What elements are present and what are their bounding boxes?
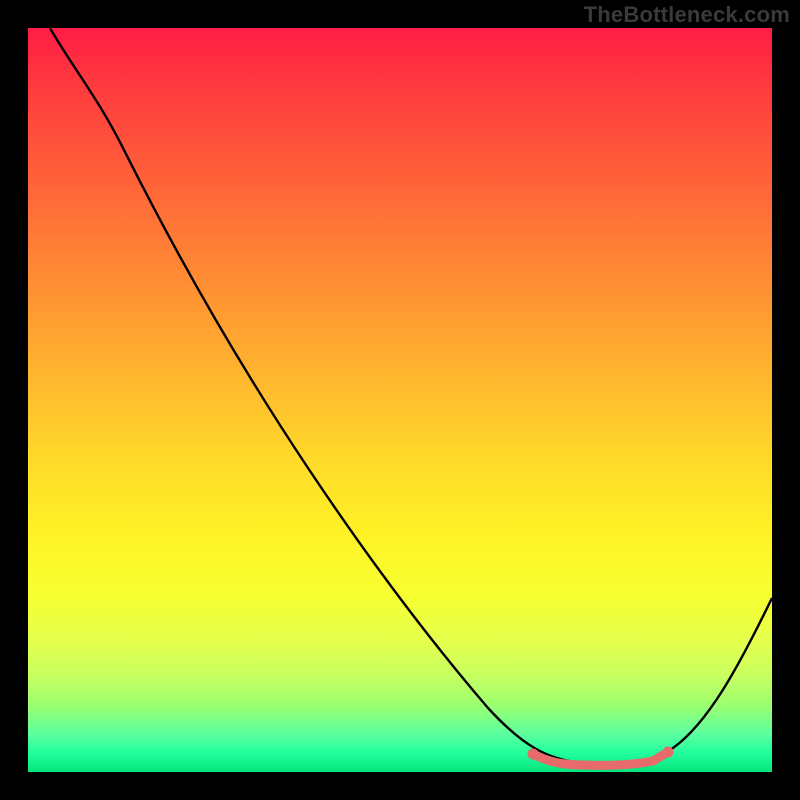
- highlight-dot-start: [528, 749, 539, 760]
- chart-frame: TheBottleneck.com: [0, 0, 800, 800]
- plot-area: [28, 28, 772, 772]
- main-curve: [50, 28, 772, 764]
- curve-layer: [28, 28, 772, 772]
- watermark-text: TheBottleneck.com: [584, 2, 790, 28]
- highlight-dot-end: [663, 747, 674, 758]
- highlight-segment: [533, 752, 668, 765]
